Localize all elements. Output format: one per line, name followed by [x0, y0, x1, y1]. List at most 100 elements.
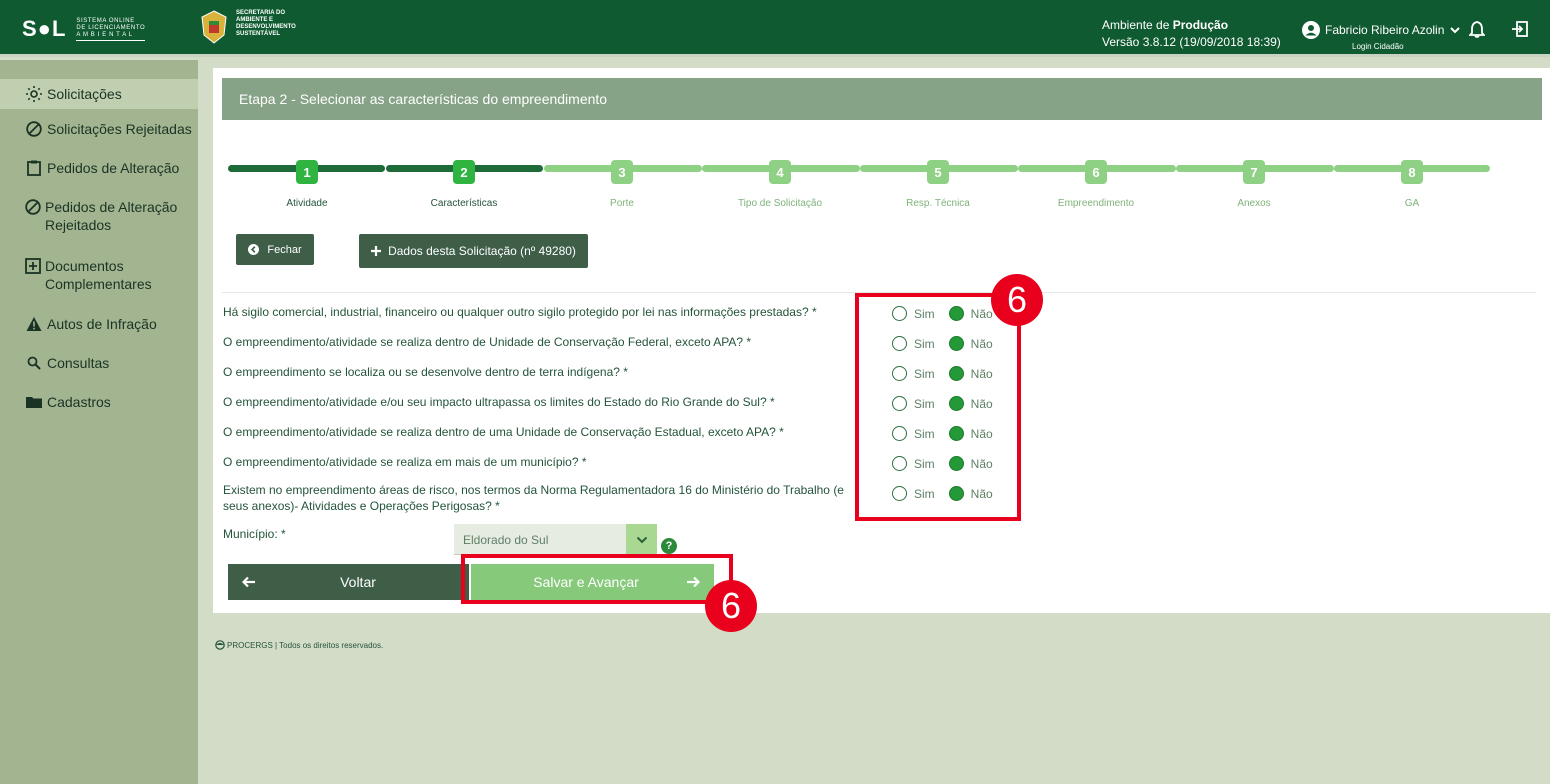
step-1[interactable]: 1 [296, 160, 318, 184]
step-2[interactable]: 2 [453, 160, 475, 184]
bell-icon[interactable] [1467, 19, 1487, 39]
question-sigilo: Há sigilo comercial, industrial, finance… [223, 305, 817, 319]
plus-box-icon [25, 257, 41, 275]
forbidden-icon [25, 120, 43, 138]
help-icon[interactable]: ? [661, 538, 677, 554]
chevron-down-icon [626, 524, 657, 555]
warning-icon [25, 315, 43, 333]
sun-icon [25, 85, 43, 103]
sidebar-item-label: Solicitações [47, 86, 122, 102]
secretaria-line-2: AMBIENTE E [236, 17, 274, 23]
footer: PROCERGS | Todos os direitos reservados. [215, 640, 383, 650]
step-number: 6 [1092, 164, 1100, 180]
secretaria-label: SECRETARIA DO AMBIENTE E DESENVOLVIMENTO… [236, 10, 336, 38]
municipio-label: Município: * [223, 527, 286, 541]
environment-info: Ambiente de Produção Versão 3.8.12 (19/0… [1102, 17, 1281, 51]
annotation-box-radios [855, 293, 1021, 521]
question-mais-municipio: O empreendimento/atividade se realiza em… [223, 455, 587, 469]
env-prefix: Ambiente de [1102, 18, 1173, 32]
chevron-down-icon [1450, 27, 1461, 34]
logo-line-1: SISTEMA ONLINE [76, 17, 135, 24]
back-label: Voltar [340, 574, 376, 590]
sidebar-item-cadastros[interactable]: Cadastros [0, 393, 198, 411]
question-terra-indigena: O empreendimento se localiza ou se desen… [223, 365, 628, 379]
sidebar-item-pedidos-alteracao-rejeitados[interactable]: Pedidos de Alteração Rejeitados [0, 198, 198, 234]
stage-title: Etapa 2 - Selecionar as características … [239, 91, 608, 107]
request-data-button[interactable]: Dados desta Solicitação (nº 49280) [359, 234, 588, 268]
municipio-select[interactable]: Eldorado do Sul [454, 524, 657, 555]
search-icon [25, 354, 43, 372]
annotation-badge: 6 [705, 580, 757, 632]
help-glyph: ? [665, 540, 673, 552]
sidebar-item-label: Pedidos de Alteração Rejeitados [45, 199, 178, 233]
step-label: Tipo de Solicitação [737, 198, 823, 209]
user-name: Fabricio Ribeiro Azolin [1325, 23, 1445, 37]
sidebar-item-label: Documentos Complementares [45, 258, 152, 292]
sol-logo[interactable]: S●L SISTEMA ONLINE DE LICENCIAMENTO A M … [22, 14, 146, 44]
sidebar-item-label: Autos de Infração [47, 316, 157, 332]
annotation-number: 6 [720, 585, 742, 626]
sidebar-item-solicitacoes[interactable]: Solicitações [0, 79, 198, 109]
step-3[interactable]: 3 [611, 160, 633, 184]
logout-icon[interactable] [1510, 19, 1530, 39]
sidebar-item-autos-infracao[interactable]: Autos de Infração [0, 315, 198, 333]
back-button[interactable]: Voltar [228, 564, 469, 600]
sidebar-item-label: Solicitações Rejeitadas [47, 121, 192, 137]
municipio-value: Eldorado do Sul [463, 533, 549, 547]
step-label: Resp. Técnica [906, 198, 970, 209]
annotation-number: 6 [1006, 279, 1028, 320]
step-number: 8 [1408, 164, 1416, 180]
sidebar-item-label: Pedidos de Alteração [47, 160, 180, 176]
procergs-logo-icon [215, 640, 225, 650]
logo-line-2: DE LICENCIAMENTO [76, 24, 146, 31]
version-text: Versão 3.8.12 (19/09/2018 18:39) [1102, 35, 1281, 49]
step-number: 5 [934, 164, 942, 180]
question-limites-rs: O empreendimento/atividade e/ou seu impa… [223, 395, 775, 409]
sidebar-item-solicitacoes-rejeitadas[interactable]: Solicitações Rejeitadas [0, 120, 198, 138]
plus-icon [371, 246, 382, 256]
top-bar: S●L SISTEMA ONLINE DE LICENCIAMENTO A M … [0, 0, 1550, 57]
logo-text: S●L [22, 16, 67, 41]
back-circle-icon [248, 244, 260, 255]
login-type: Login Cidadão [1352, 42, 1404, 51]
question-areas-risco: Existem no empreendimento áreas de risco… [223, 483, 844, 513]
step-number: 3 [618, 164, 626, 180]
step-7[interactable]: 7 [1243, 160, 1265, 184]
close-button[interactable]: Fechar [236, 234, 314, 265]
step-number: 2 [460, 164, 468, 180]
stage-header: Etapa 2 - Selecionar as características … [222, 78, 1542, 120]
env-name: Produção [1172, 18, 1229, 32]
step-label: Características [430, 198, 498, 209]
step-label: Anexos [1237, 198, 1271, 209]
secretaria-line-1: SECRETARIA DO [236, 10, 286, 16]
annotation-badge: 6 [991, 274, 1043, 326]
state-crest-icon [199, 8, 229, 46]
request-data-label: Dados desta Solicitação (nº 49280) [388, 244, 576, 258]
logo-line-3: A M B I E N T A L [76, 31, 133, 38]
user-menu[interactable]: Fabricio Ribeiro Azolin [1302, 21, 1461, 39]
sidebar-item-pedidos-alteracao[interactable]: Pedidos de Alteração [0, 159, 198, 177]
step-number: 4 [776, 164, 784, 180]
secretaria-line-4: SUSTENTÁVEL [236, 31, 281, 37]
sidebar-item-documentos-complementares[interactable]: Documentos Complementares [0, 257, 198, 293]
step-label: GA [1404, 198, 1420, 209]
sidebar-item-label: Cadastros [47, 394, 111, 410]
step-number: 1 [303, 164, 311, 180]
step-number: 7 [1250, 164, 1258, 180]
annotation-box-save [461, 554, 733, 604]
step-6[interactable]: 6 [1085, 160, 1107, 184]
user-icon [1302, 21, 1320, 39]
sidebar-item-label: Consultas [47, 355, 110, 371]
clipboard-icon [25, 159, 43, 177]
step-5[interactable]: 5 [927, 160, 949, 184]
step-label: Atividade [286, 198, 328, 209]
step-label: Porte [610, 198, 634, 209]
step-label: Empreendimento [1057, 198, 1135, 209]
step-8[interactable]: 8 [1401, 160, 1423, 184]
sidebar-item-consultas[interactable]: Consultas [0, 354, 198, 372]
logo-subtitle: SISTEMA ONLINE DE LICENCIAMENTO A M B I … [76, 17, 146, 41]
question-uc-federal: O empreendimento/atividade se realiza de… [223, 335, 752, 349]
step-4[interactable]: 4 [769, 160, 791, 184]
close-label: Fechar [267, 243, 302, 256]
question-uc-estadual: O empreendimento/atividade se realiza de… [223, 425, 784, 439]
